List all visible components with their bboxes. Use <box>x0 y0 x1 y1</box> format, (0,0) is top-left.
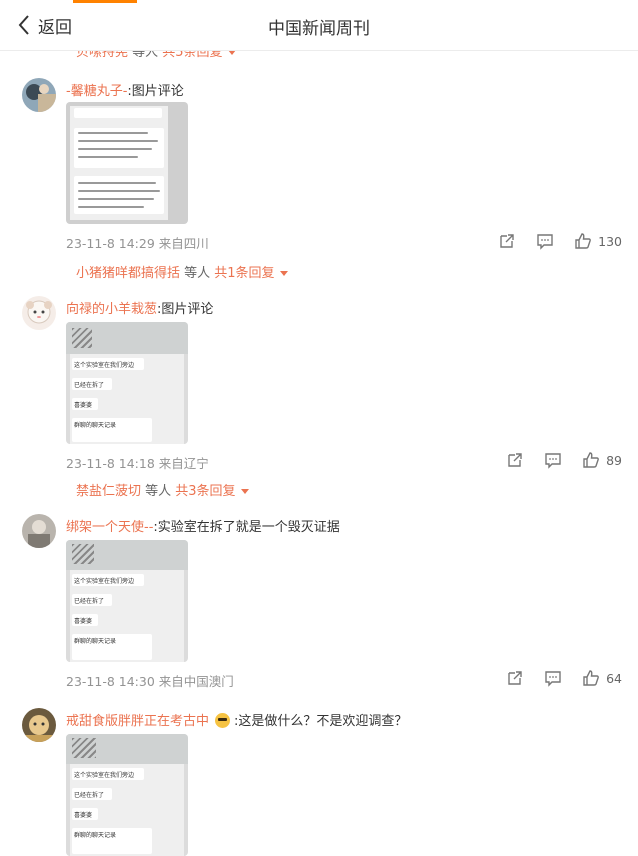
comment-body: :实验室在拆了就是一个毁灭证据 <box>153 520 340 535</box>
back-label: 返回 <box>38 17 72 38</box>
chat-line: 喜婆婆 <box>72 808 98 820</box>
reply-summary[interactable]: 禁盐仁菠切 等人 共3条回复 <box>76 480 249 499</box>
comment-meta: 23-11-8 14:29 来自四川 <box>66 236 209 251</box>
comment-actions: 64 <box>506 669 622 687</box>
comment-body: :图片评论 <box>127 84 184 99</box>
share-icon[interactable] <box>506 451 524 469</box>
caret-down-icon <box>240 489 249 494</box>
chat-line: 群聊的聊天记录 <box>72 828 152 854</box>
like-icon[interactable] <box>582 669 600 687</box>
active-indicator <box>73 0 137 3</box>
comment-item: 向禄的小羊栽葱:图片评论 这个实验室在我们旁边 已经在拆了 喜婆婆 群聊的聊天记… <box>0 294 638 504</box>
reply-users[interactable]: 小猪猪咩都搞得括 <box>76 266 180 281</box>
chat-line: 这个实验室在我们旁边 <box>72 574 144 586</box>
avatar[interactable] <box>22 296 56 330</box>
like-count: 89 <box>606 452 622 468</box>
reply-count[interactable]: 共1条回复 <box>214 266 274 281</box>
comment-item: -馨糖丸子-:图片评论 23-11-8 14:29 来自四川 130 小猪猪咩都… <box>0 76 638 286</box>
comment-body: :这是做什么？不是欢迎调查？ <box>234 714 408 729</box>
reply-count[interactable]: 共3条回复 <box>175 484 235 499</box>
comment-actions: 89 <box>506 451 622 469</box>
comment-meta: 23-11-8 14:30 来自中国澳门 <box>66 674 234 689</box>
avatar[interactable] <box>22 78 56 112</box>
chat-line: 这个实验室在我们旁边 <box>72 768 144 780</box>
chat-line: 这个实验室在我们旁边 <box>72 358 144 370</box>
comment-meta: 23-11-8 14:18 来自辽宁 <box>66 456 209 471</box>
like-icon[interactable] <box>582 451 600 469</box>
caret-down-icon <box>279 271 288 276</box>
chat-line: 已经在拆了 <box>72 378 112 390</box>
chat-line: 群聊的聊天记录 <box>72 634 152 660</box>
share-icon[interactable] <box>506 669 524 687</box>
reply-mid-text: 等人 <box>180 266 215 281</box>
comment-icon[interactable] <box>536 232 554 250</box>
comment-text: 向禄的小羊栽葱:图片评论 <box>66 298 213 317</box>
comment-username[interactable]: 绑架一个天使-- <box>66 520 153 535</box>
comment-image[interactable]: 这个实验室在我们旁边 已经在拆了 喜婆婆 群聊的聊天记录 <box>66 540 188 662</box>
comment-username[interactable]: -馨糖丸子- <box>66 84 127 99</box>
comment-body: :图片评论 <box>157 302 214 317</box>
chat-line: 已经在拆了 <box>72 788 112 800</box>
like-icon[interactable] <box>574 232 592 250</box>
chat-line: 喜婆婆 <box>72 398 98 410</box>
chat-line: 群聊的聊天记录 <box>72 418 152 442</box>
reply-mid-text: 等人 <box>141 484 176 499</box>
reply-users[interactable]: 禁盐仁菠切 <box>76 484 141 499</box>
comment-username[interactable]: 向禄的小羊栽葱 <box>66 302 157 317</box>
comment-icon[interactable] <box>544 451 562 469</box>
comment-image[interactable]: 这个实验室在我们旁边 已经在拆了 喜婆婆 群聊的聊天记录 <box>66 322 188 444</box>
like-count: 64 <box>606 670 622 686</box>
avatar[interactable] <box>22 708 56 742</box>
like-count: 130 <box>598 233 622 249</box>
comment-image[interactable] <box>66 102 188 224</box>
comment-item: 绑架一个天使--:实验室在拆了就是一个毁灭证据 这个实验室在我们旁边 已经在拆了… <box>0 512 638 692</box>
comment-icon[interactable] <box>544 669 562 687</box>
comment-actions: 130 <box>498 232 622 250</box>
chat-line: 已经在拆了 <box>72 594 112 606</box>
avatar[interactable] <box>22 514 56 548</box>
comment-item: 戒甜食版胖胖正在考古中 :这是做什么？不是欢迎调查？ 这个实验室在我们旁边 已经在… <box>0 706 638 856</box>
comment-text: -馨糖丸子-:图片评论 <box>66 80 184 99</box>
comment-image[interactable]: 这个实验室在我们旁边 已经在拆了 喜婆婆 群聊的聊天记录 <box>66 734 188 856</box>
chat-line: 喜婆婆 <box>72 614 98 626</box>
emoji-icon <box>215 713 231 728</box>
comment-username[interactable]: 戒甜食版胖胖正在考古中 <box>66 714 209 729</box>
top-nav-bar: 返回 中国新闻周刊 <box>0 0 638 51</box>
back-button[interactable]: 返回 <box>18 12 72 38</box>
share-icon[interactable] <box>498 232 516 250</box>
comment-text: 绑架一个天使--:实验室在拆了就是一个毁灭证据 <box>66 516 340 535</box>
page-title: 中国新闻周刊 <box>268 19 370 39</box>
reply-summary[interactable]: 小猪猪咩都搞得括 等人 共1条回复 <box>76 262 288 281</box>
chevron-left-icon <box>18 15 29 35</box>
comment-text: 戒甜食版胖胖正在考古中 :这是做什么？不是欢迎调查？ <box>66 710 407 729</box>
